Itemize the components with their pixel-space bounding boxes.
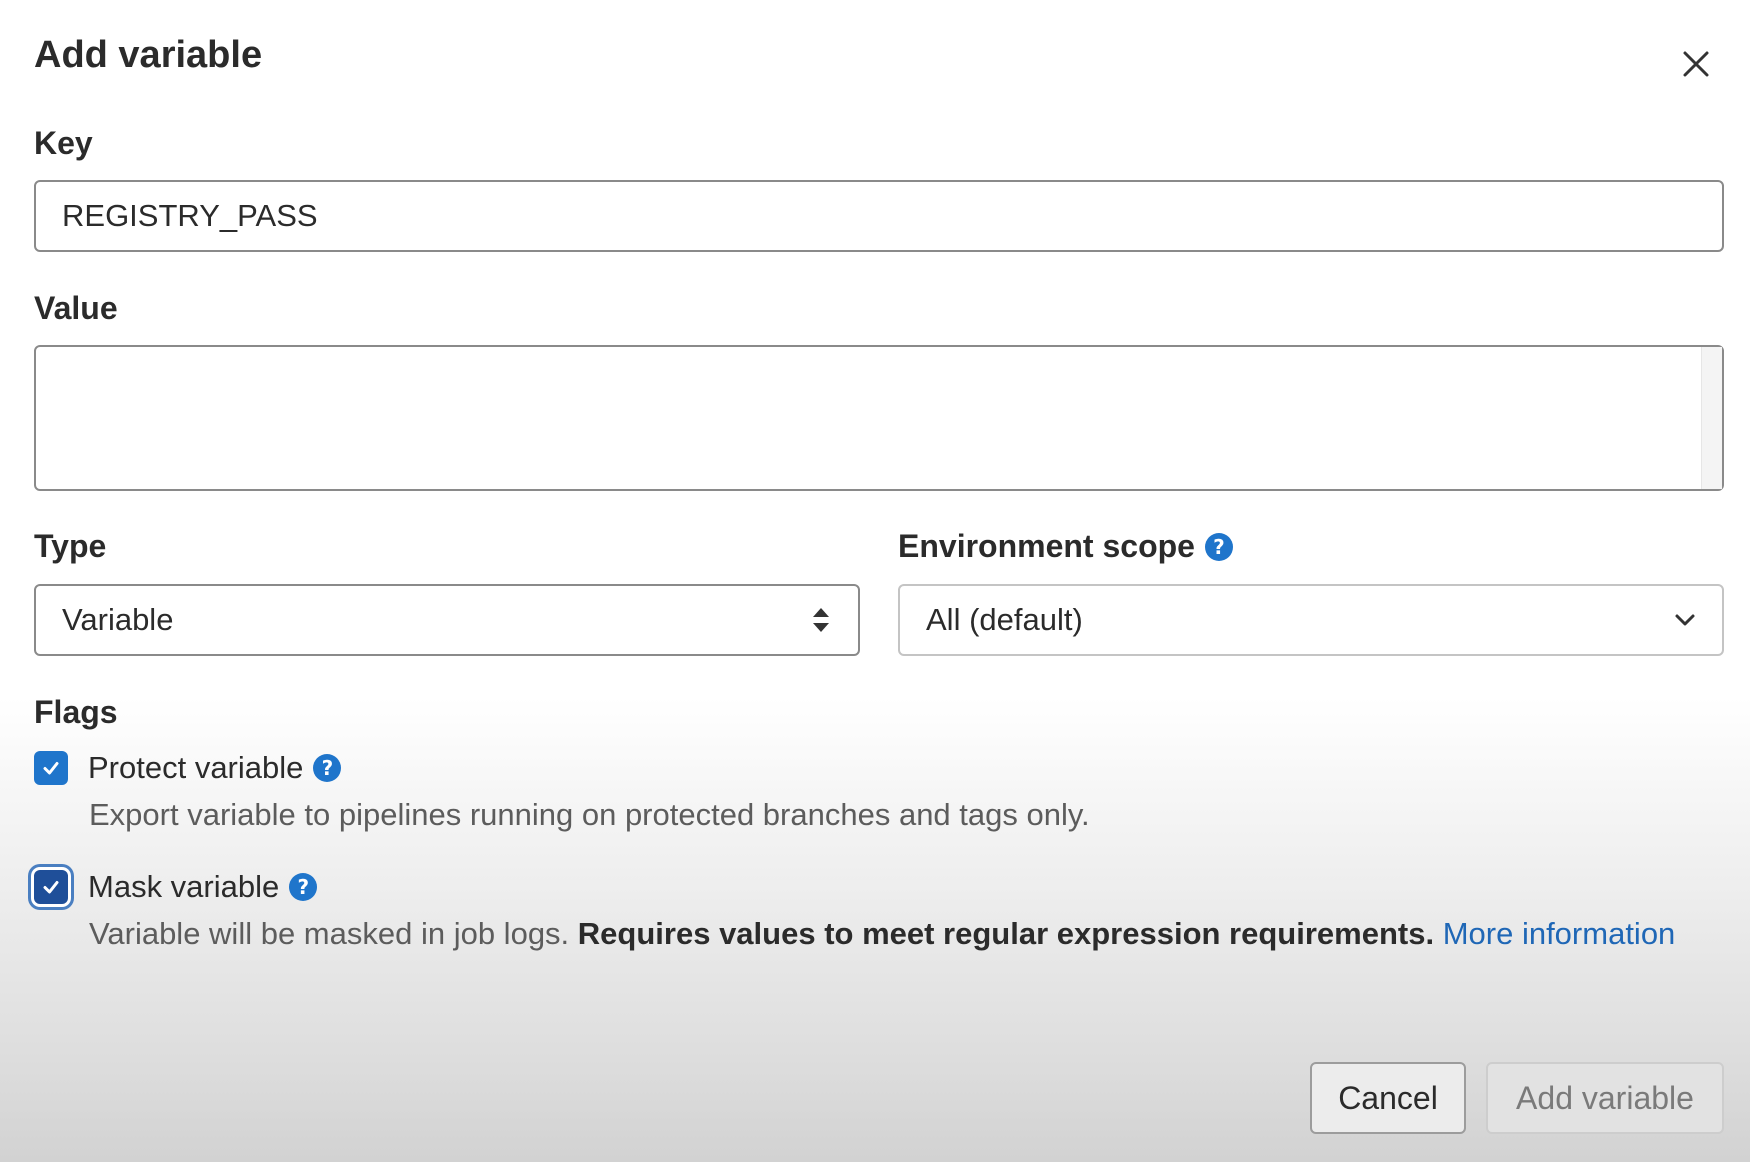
key-label: Key	[34, 125, 93, 161]
mask-variable-label[interactable]: Mask variable	[88, 869, 279, 905]
value-textarea[interactable]	[34, 345, 1724, 491]
modal-title: Add variable	[34, 34, 263, 76]
protect-variable-checkbox[interactable]	[34, 751, 68, 785]
checkmark-icon	[43, 762, 59, 775]
cancel-button[interactable]: Cancel	[1310, 1062, 1466, 1134]
mask-variable-help-icon[interactable]: ?	[289, 873, 318, 901]
key-input-value: REGISTRY_PASS	[62, 198, 318, 233]
environment-scope-label: Environment scope ?	[898, 528, 1233, 565]
mask-variable-row: Mask variable ?	[34, 869, 318, 905]
add-variable-button[interactable]: Add variable	[1486, 1062, 1724, 1134]
type-select[interactable]: Variable	[34, 584, 860, 656]
key-input[interactable]: REGISTRY_PASS	[34, 180, 1724, 252]
protect-variable-help-text: Export variable to pipelines running on …	[89, 797, 1090, 832]
protect-variable-row: Protect variable ?	[34, 750, 342, 786]
more-information-link[interactable]: More information	[1443, 916, 1676, 951]
protect-variable-label[interactable]: Protect variable	[88, 750, 303, 786]
value-label: Value	[34, 290, 118, 326]
type-select-value: Variable	[62, 602, 174, 637]
chevron-down-icon	[1675, 614, 1695, 626]
environment-scope-help-icon[interactable]: ?	[1204, 532, 1233, 561]
mask-help-bold: Requires values to meet regular expressi…	[577, 916, 1435, 951]
mask-help-plain: Variable will be masked in job logs.	[89, 916, 570, 951]
checkmark-icon	[43, 881, 59, 894]
protect-variable-help-icon[interactable]: ?	[313, 754, 342, 782]
textarea-scrollbar[interactable]	[1701, 347, 1722, 489]
mask-variable-checkbox[interactable]	[34, 870, 68, 904]
environment-scope-value: All (default)	[926, 602, 1083, 637]
mask-variable-help-text: Variable will be masked in job logs. Req…	[89, 915, 1729, 952]
close-button[interactable]	[1672, 40, 1720, 88]
type-label: Type	[34, 528, 107, 564]
flags-label: Flags	[34, 694, 118, 730]
close-icon[interactable]	[1681, 49, 1711, 79]
add-variable-modal: Add variable Key REGISTRY_PASS Value Typ…	[0, 0, 1750, 1162]
sort-arrows-icon	[813, 608, 829, 632]
environment-scope-dropdown[interactable]: All (default)	[898, 584, 1724, 656]
